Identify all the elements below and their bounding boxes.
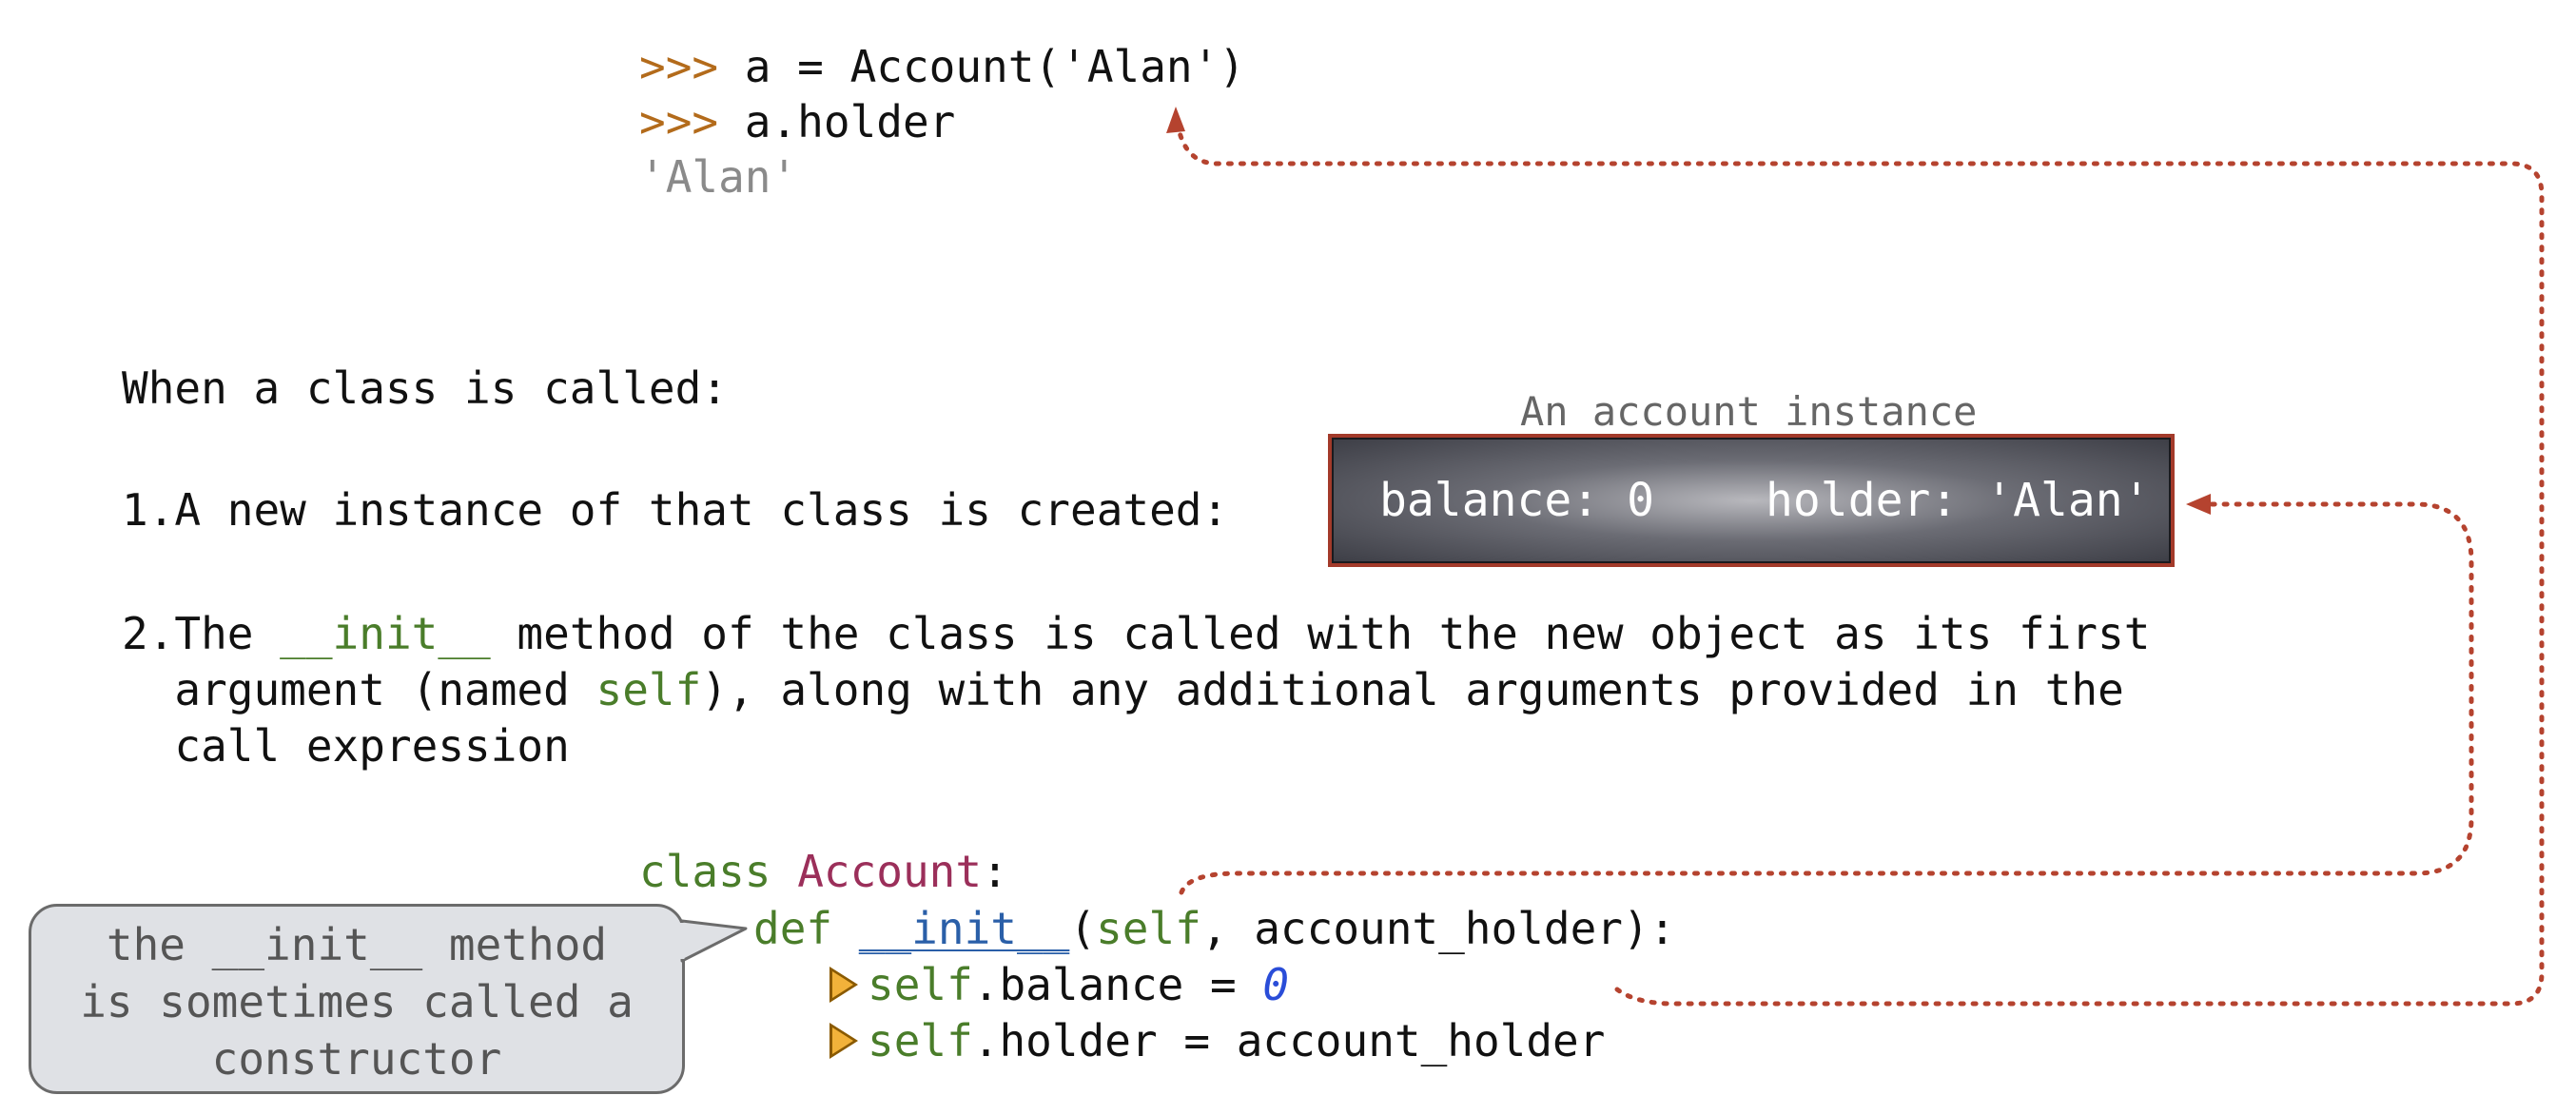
arrowhead-icon	[1166, 107, 1185, 133]
callout-tail	[680, 919, 748, 963]
arrowhead-icon	[2186, 494, 2211, 515]
arrow-to-instance	[1179, 501, 2474, 895]
arrows-overlay	[679, 107, 2545, 1007]
